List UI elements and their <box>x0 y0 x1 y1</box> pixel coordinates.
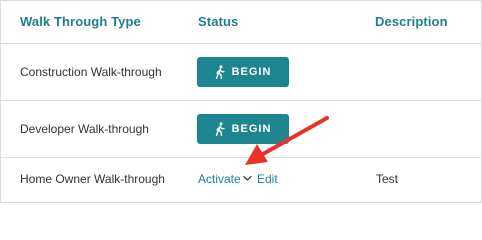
chevron-down-icon[interactable] <box>243 175 252 182</box>
header-walkthrough-type: Walk Through Type <box>20 14 141 29</box>
begin-button-label: BEGIN <box>231 123 272 135</box>
edit-link[interactable]: Edit <box>257 172 278 186</box>
header-status: Status <box>198 14 239 29</box>
table-header: Walk Through Type Status Description <box>1 1 481 44</box>
begin-button-label: BEGIN <box>231 66 272 78</box>
walkthrough-type-label: Construction Walk-through <box>20 65 162 79</box>
walking-person-icon <box>215 122 225 136</box>
header-description: Description <box>375 14 448 29</box>
walkthrough-type-label: Home Owner Walk-through <box>20 172 165 186</box>
begin-button[interactable]: BEGIN <box>197 114 289 144</box>
walkthrough-type-label: Developer Walk-through <box>20 122 149 136</box>
activate-link[interactable]: Activate <box>198 172 241 186</box>
table-row: Developer Walk-through BEGIN <box>1 101 481 158</box>
walking-person-icon <box>215 65 225 79</box>
table-row: Construction Walk-through BEGIN <box>1 44 481 101</box>
begin-button[interactable]: BEGIN <box>197 57 289 87</box>
walkthrough-table: Walk Through Type Status Description Con… <box>0 0 482 203</box>
table-row: Home Owner Walk-through Activate Edit Te… <box>1 158 481 202</box>
description-text: Test <box>376 172 399 186</box>
